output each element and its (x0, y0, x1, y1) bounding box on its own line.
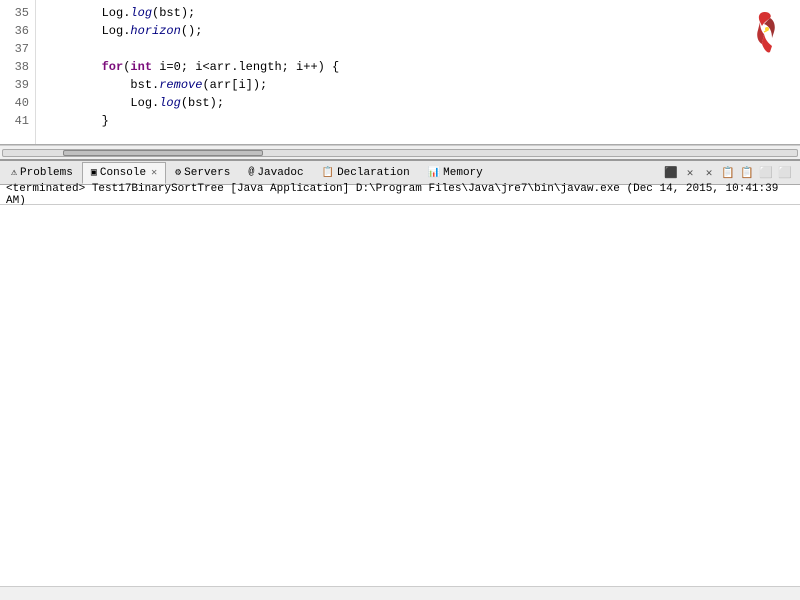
memory-tab-label: Memory (443, 167, 483, 179)
clear-console-button[interactable]: ⬛ (662, 164, 680, 182)
line-number: 38 (6, 58, 29, 76)
line-number: 41 (6, 112, 29, 130)
copy-button[interactable]: 📋 (719, 164, 737, 182)
word-wrap-button[interactable]: ⬜ (776, 164, 794, 182)
bottom-panel: ⚠Problems▣Console✕⚙Servers@Javadoc📋Decla… (0, 159, 800, 600)
line-number: 39 (6, 76, 29, 94)
code-line: } (44, 112, 792, 130)
code-line: for(int i=0; i<arr.length; i++) { (44, 58, 792, 76)
servers-tab-icon: ⚙ (175, 167, 181, 179)
tab-toolbar: ⬛✕✕📋📋⬜⬜ (662, 164, 798, 182)
code-editor: 35363738394041 Log.log(bst); Log.horizon… (0, 0, 800, 145)
bottom-horizontal-scrollbar[interactable] (0, 586, 800, 600)
remove-launch-button[interactable]: ✕ (700, 164, 718, 182)
javadoc-tab-label: Javadoc (257, 167, 303, 179)
tab-declaration[interactable]: 📋Declaration (313, 162, 419, 184)
problems-tab-label: Problems (20, 167, 73, 179)
code-line: bst.remove(arr[i]); (44, 76, 792, 94)
line-number: 35 (6, 4, 29, 22)
paste-button[interactable]: 📋 (738, 164, 756, 182)
code-line (44, 40, 792, 58)
line-numbers: 35363738394041 (0, 0, 36, 144)
tab-bar: ⚠Problems▣Console✕⚙Servers@Javadoc📋Decla… (0, 161, 800, 185)
console-output[interactable] (0, 205, 800, 586)
tab-console[interactable]: ▣Console ✕ (82, 162, 166, 184)
javadoc-tab-icon: @ (248, 167, 254, 178)
console-tab-icon: ▣ (91, 167, 97, 179)
scrollbar-thumb[interactable] (63, 150, 263, 156)
code-line: Log.log(bst); (44, 4, 792, 22)
console-tab-label: Console (100, 167, 146, 179)
scrollbar-track[interactable] (2, 149, 798, 157)
memory-tab-icon: 📊 (428, 167, 440, 179)
terminate-button[interactable]: ✕ (681, 164, 699, 182)
console-tab-close[interactable]: ✕ (151, 167, 157, 179)
declaration-tab-label: Declaration (337, 167, 410, 179)
tab-servers[interactable]: ⚙Servers (166, 162, 239, 184)
line-number: 36 (6, 22, 29, 40)
line-number: 40 (6, 94, 29, 112)
tab-javadoc[interactable]: @Javadoc (239, 162, 312, 184)
tab-memory[interactable]: 📊Memory (419, 162, 492, 184)
code-line: Log.horizon(); (44, 22, 792, 40)
tab-problems[interactable]: ⚠Problems (2, 162, 82, 184)
code-content: Log.log(bst); Log.horizon(); for(int i=0… (36, 0, 800, 144)
declaration-tab-icon: 📋 (322, 167, 334, 179)
scroll-lock-button[interactable]: ⬜ (757, 164, 775, 182)
eclipse-logo (750, 10, 780, 60)
line-number: 37 (6, 40, 29, 58)
problems-tab-icon: ⚠ (11, 167, 17, 179)
console-status: <terminated> Test17BinarySortTree [Java … (0, 185, 800, 205)
horizontal-scrollbar[interactable] (0, 145, 800, 159)
servers-tab-label: Servers (184, 167, 230, 179)
code-line: Log.log(bst); (44, 94, 792, 112)
